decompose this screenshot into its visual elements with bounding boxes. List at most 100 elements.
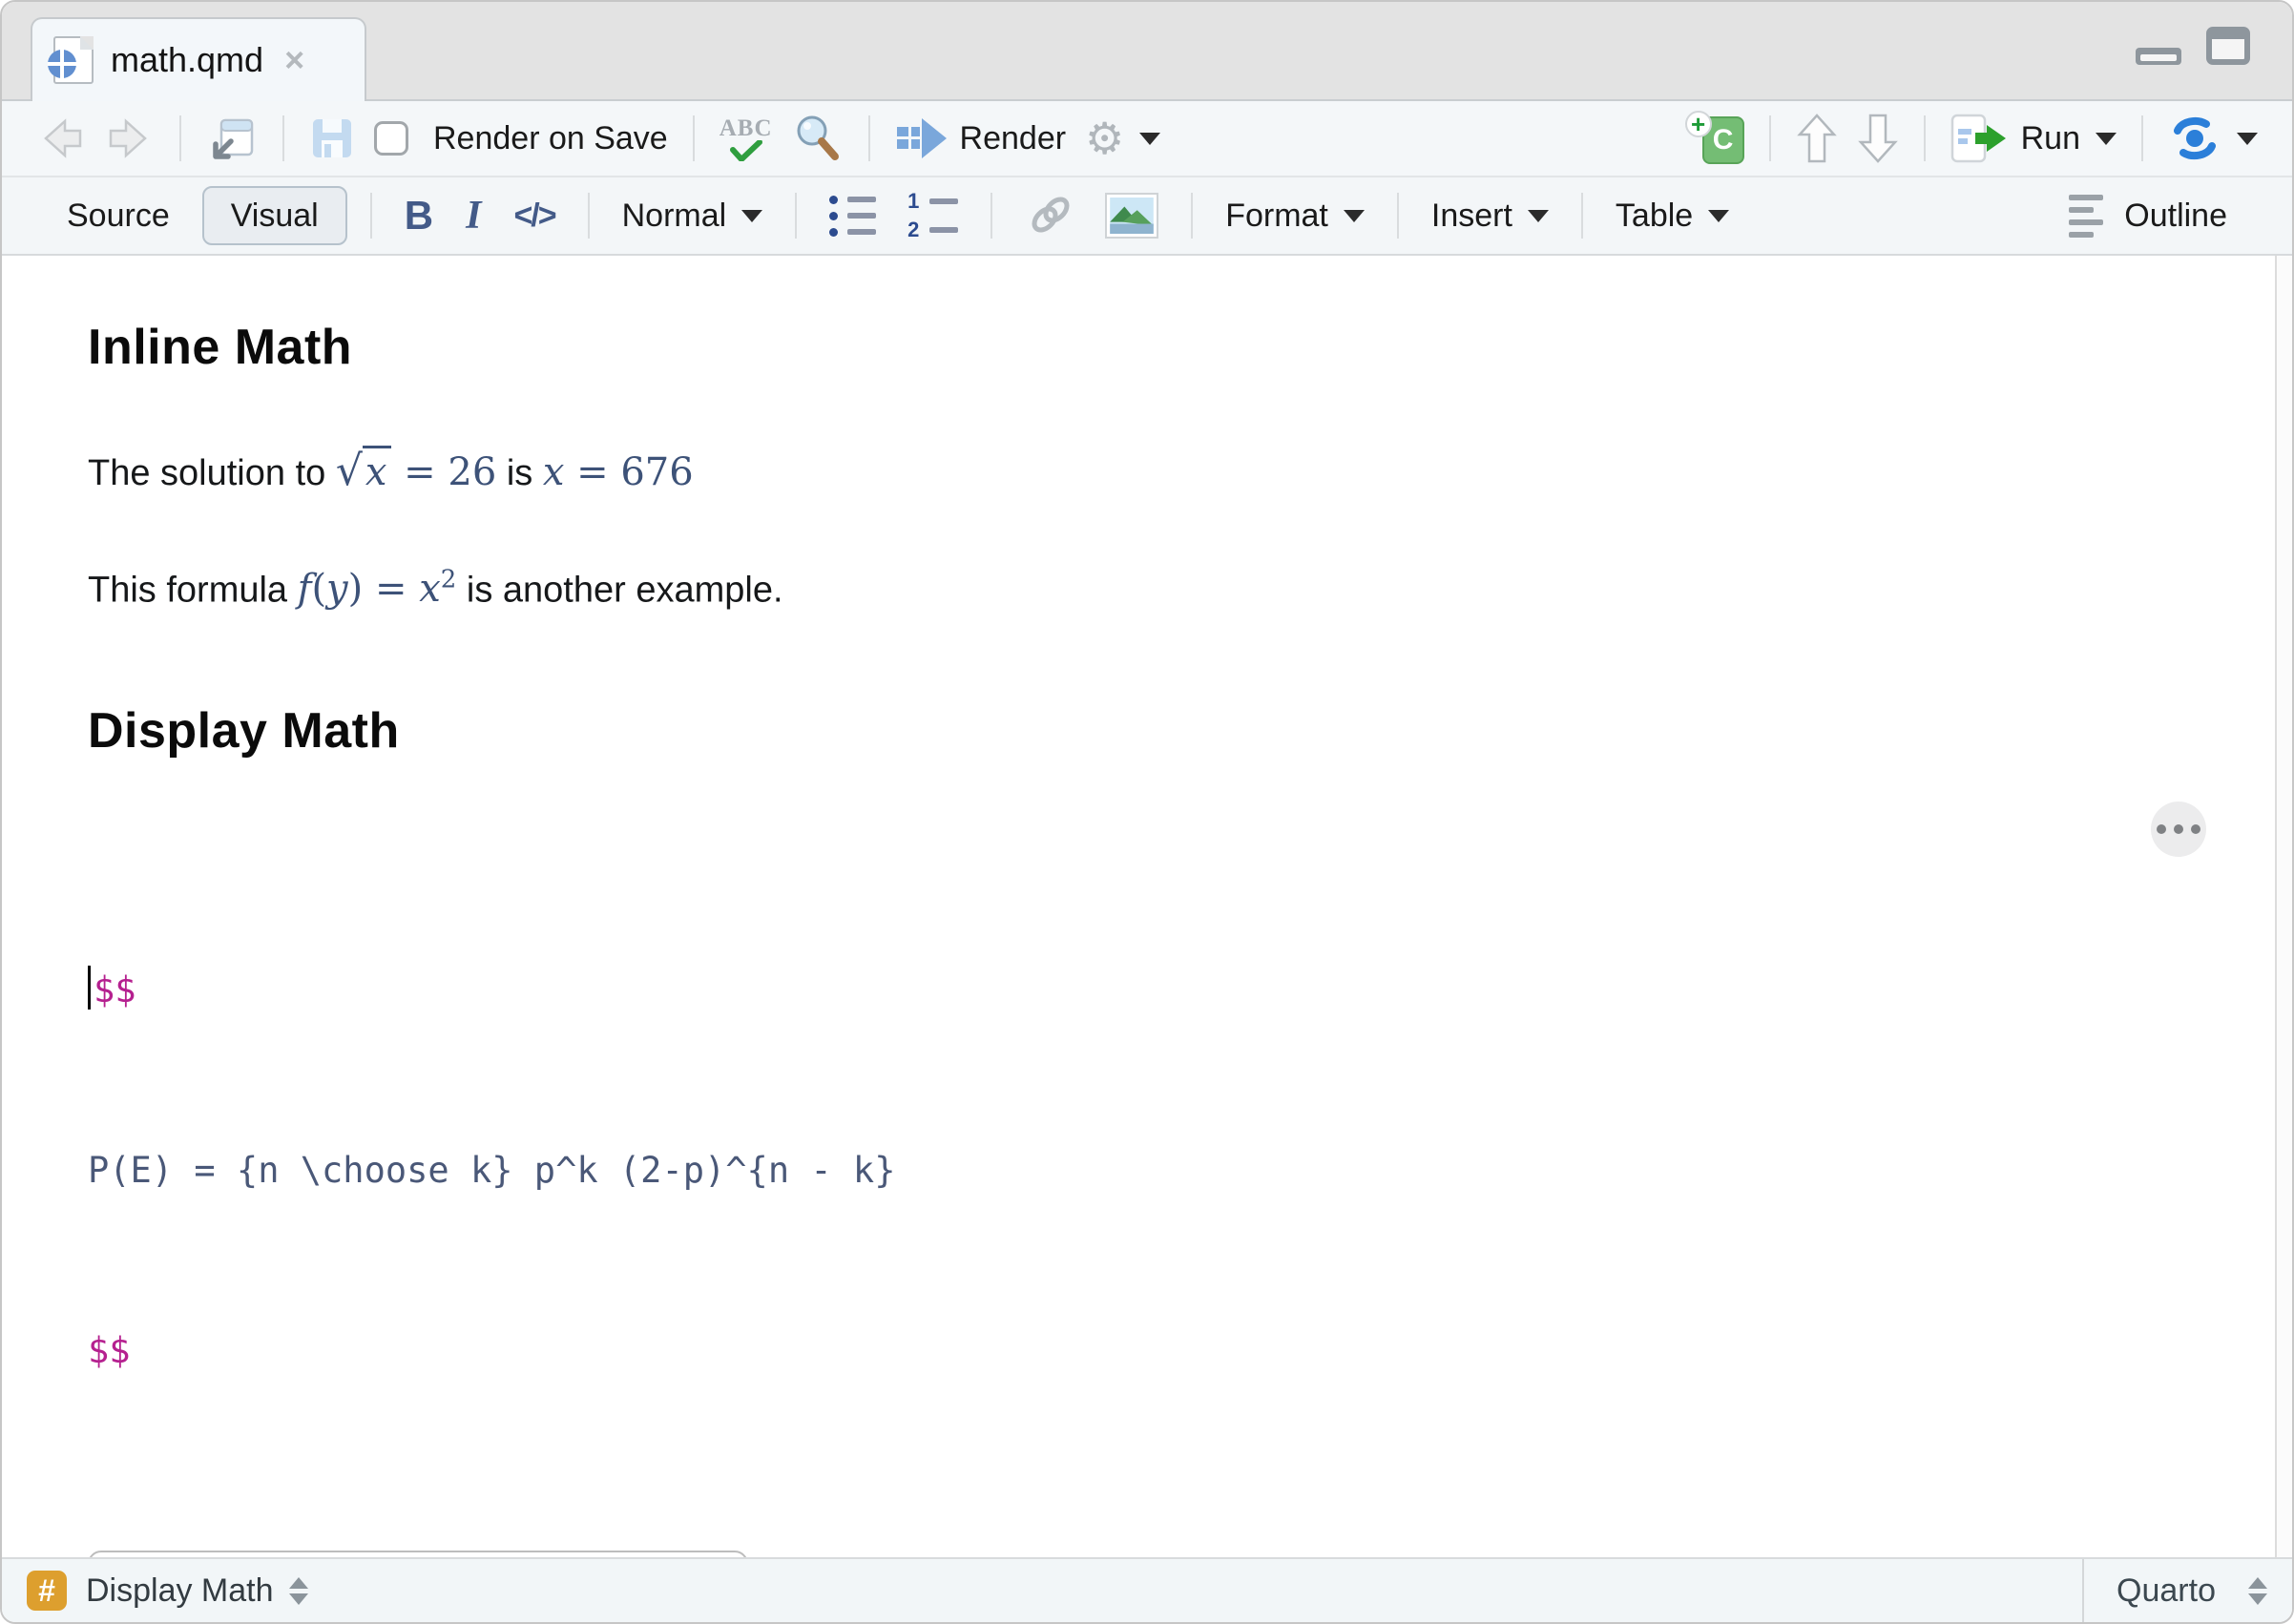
window-controls [2136,27,2250,65]
outline-toggle[interactable]: Outline [2059,185,2237,246]
gear-icon: ⚙ [1085,114,1125,163]
render-on-save-checkbox[interactable] [374,121,408,156]
format-menu[interactable]: Format [1216,185,1374,246]
section-navigator-label: Display Math [86,1572,274,1609]
inline-math-x-676: x = 676 [542,450,694,494]
image-icon [1105,193,1159,239]
divider [179,115,181,161]
text-cursor [88,966,91,1010]
bullet-list-button[interactable] [820,185,886,246]
insert-menu[interactable]: Insert [1422,185,1558,246]
run-next-chunk-button[interactable] [1847,108,1908,169]
save-icon [313,119,351,157]
insert-chunk-button[interactable]: C + [1676,108,1754,169]
open-in-new-window-button[interactable] [197,108,267,169]
code-line: $$ [88,1330,131,1372]
outline-icon [2069,194,2104,238]
inline-code-icon: </> [513,197,556,234]
render-button[interactable]: Render [886,108,1076,169]
source-mode-label: Source [67,197,170,234]
minimize-icon[interactable] [2136,48,2181,65]
find-replace-button[interactable] [782,108,853,169]
divider [1923,115,1926,161]
run-previous-chunks-button[interactable] [1786,108,1847,169]
render-icon [896,118,947,158]
run-icon [1950,114,2006,163]
editor-tab-bar: math.qmd × [2,2,2292,101]
render-on-save-toggle[interactable]: Render on Save [365,108,678,169]
text-run: is another example. [456,570,783,611]
insert-menu-label: Insert [1430,197,1512,234]
render-settings-button[interactable]: ⚙ [1075,108,1170,169]
divider [1396,193,1399,239]
quarto-document-icon [48,36,94,84]
display-math-source-block[interactable]: $$ P(E) = {n \choose k} p^k (2-p)^{n - k… [88,840,2292,1501]
inline-math-fy: f(y) = x2 [297,566,457,612]
spellcheck-button[interactable]: ABC [710,108,782,169]
italic-button[interactable]: I [456,185,490,246]
sync-arrows-icon [2174,116,2216,160]
scrollbar-track[interactable] [2275,256,2292,1557]
format-toolbar: Source Visual B I </> Normal 1 2 Format … [2,177,2292,256]
divider [369,193,372,239]
render-label: Render [959,119,1067,156]
inline-math-sqrt: √x = 26 [335,446,497,495]
chevron-down-icon [741,209,763,222]
format-menu-label: Format [1225,197,1328,234]
section-type-icon: # [27,1571,67,1611]
table-menu[interactable]: Table [1606,185,1739,246]
code-line: $$ [88,960,2292,1020]
main-toolbar: Render on Save ABC Render ⚙ C + Run [2,101,2292,177]
maximize-icon[interactable] [2206,27,2250,65]
divider [692,115,695,161]
forward-arrow-icon [109,118,147,158]
visual-editor-canvas[interactable]: Inline Math The solution to √x = 26 is x… [2,256,2292,1557]
ellipsis-icon [2174,824,2183,834]
italic-icon: I [466,194,482,238]
divider [1580,193,1583,239]
forward-button[interactable] [95,108,164,169]
paragraph-inline-math-2: This formula f(y) = x2 is another exampl… [88,566,2292,611]
insert-link-button[interactable] [1015,185,1086,246]
chevron-down-icon [2237,132,2258,145]
text-run: is [496,453,543,493]
back-button[interactable] [27,108,95,169]
tab-math-qmd[interactable]: math.qmd × [31,17,366,101]
text-run: This formula [88,570,298,611]
bold-icon: B [404,193,434,238]
back-arrow-icon [44,118,82,158]
math-preview-panel[interactable]: P(E) = (nk)pk(2 − p)n−k [88,1551,748,1557]
heading-inline-math: Inline Math [88,320,353,375]
divider [867,115,870,161]
editor-status-bar: # Display Math Quarto [2,1557,2292,1622]
chevron-down-icon [1343,209,1365,222]
code-button[interactable]: </> [504,185,564,246]
insert-image-button[interactable] [1095,185,1168,246]
table-menu-label: Table [1615,197,1694,234]
editor-mode-dropdown-icon [2248,1576,2267,1605]
save-button[interactable] [300,108,365,169]
run-button[interactable]: Run [1941,108,2126,169]
source-document-button[interactable] [2158,108,2267,169]
divider [991,193,993,239]
editor-mode-selector[interactable]: Quarto [2082,1559,2292,1622]
search-icon [797,115,839,160]
section-navigator-dropdown[interactable] [288,1576,308,1605]
chevron-down-icon [2096,132,2117,145]
numbered-list-icon: 1 2 [907,191,959,240]
divider [587,193,590,239]
bold-button[interactable]: B [395,185,443,246]
divider [1191,193,1194,239]
divider [282,115,284,161]
numbered-list-button[interactable]: 1 2 [897,185,968,246]
ellipsis-icon [2157,824,2166,834]
close-tab-icon[interactable]: × [284,40,304,80]
up-arrow-icon [1796,114,1837,163]
visual-mode-button[interactable]: Visual [201,186,347,245]
paragraph-style-dropdown[interactable]: Normal [613,185,773,246]
run-label: Run [2020,119,2080,156]
math-options-button[interactable] [2151,802,2206,857]
tab-title: math.qmd [111,40,264,79]
source-mode-button[interactable]: Source [57,185,179,246]
popout-window-icon [213,118,254,159]
